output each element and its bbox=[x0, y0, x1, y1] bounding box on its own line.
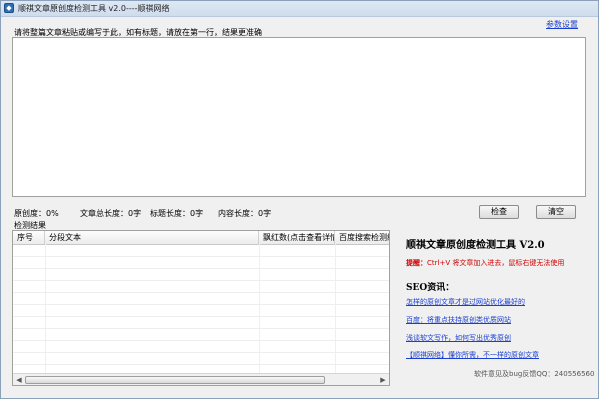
column-header-baidu-result[interactable]: 百度搜索检测结果 bbox=[335, 231, 389, 244]
settings-link[interactable]: 参数设置 bbox=[546, 19, 578, 30]
column-header-segment[interactable]: 分段文本 bbox=[45, 231, 259, 244]
table-row bbox=[13, 292, 389, 293]
table-row bbox=[13, 256, 389, 257]
table-row bbox=[13, 328, 389, 329]
column-divider bbox=[259, 244, 260, 374]
tip-text: Ctrl+V 将文章加入进去，鼠标右键无法使用 bbox=[427, 259, 565, 267]
results-table[interactable]: 序号 分段文本 飘红数(点击查看详情) 百度搜索检测结果 ◀ ▶ bbox=[12, 230, 390, 386]
title-length-stat: 标题长度：0字 bbox=[150, 209, 204, 218]
table-row bbox=[13, 304, 389, 305]
seo-link[interactable]: 怎样的原创文章才是过网站优化最好的 bbox=[406, 297, 525, 307]
table-row bbox=[13, 352, 389, 353]
scroll-right-arrow-icon[interactable]: ▶ bbox=[379, 376, 387, 384]
table-row bbox=[13, 364, 389, 365]
seo-link[interactable]: 百度：将重点扶持原创类优质网站 bbox=[406, 315, 511, 325]
scroll-left-arrow-icon[interactable]: ◀ bbox=[15, 376, 23, 384]
table-row bbox=[13, 268, 389, 269]
title-bar[interactable]: ◆ 顺祺文章原创度检测工具 v2.0----顺祺网络 bbox=[0, 0, 599, 17]
horizontal-scrollbar[interactable]: ◀ ▶ bbox=[13, 373, 389, 385]
window-title: 顺祺文章原创度检测工具 v2.0----顺祺网络 bbox=[18, 4, 170, 13]
feedback-text: 软件意见及bug反馈QQ：240556560 bbox=[474, 370, 595, 378]
seo-heading: SEO资讯： bbox=[406, 283, 455, 293]
check-button[interactable]: 检查 bbox=[479, 205, 519, 219]
column-divider bbox=[335, 244, 336, 374]
table-row bbox=[13, 316, 389, 317]
tip-label: 提醒： bbox=[406, 259, 427, 267]
total-length-stat: 文章总长度：0字 bbox=[80, 209, 142, 218]
originality-stat: 原创度：0% bbox=[14, 209, 59, 218]
column-header-red-count[interactable]: 飘红数(点击查看详情) bbox=[259, 231, 335, 244]
table-header: 序号 分段文本 飘红数(点击查看详情) 百度搜索检测结果 bbox=[13, 231, 389, 245]
clear-button[interactable]: 清空 bbox=[536, 205, 576, 219]
column-header-index[interactable]: 序号 bbox=[13, 231, 45, 244]
column-divider bbox=[45, 244, 46, 374]
table-row bbox=[13, 340, 389, 341]
article-textarea[interactable] bbox=[12, 37, 586, 197]
tip-line: 提醒：Ctrl+V 将文章加入进去，鼠标右键无法使用 bbox=[406, 258, 564, 268]
app-icon: ◆ bbox=[4, 3, 14, 13]
content-length-stat: 内容长度：0字 bbox=[218, 209, 272, 218]
seo-link[interactable]: 【顺祺网络】懂你所需，不一样的原创文章 bbox=[406, 350, 539, 360]
scrollbar-thumb[interactable] bbox=[25, 376, 325, 384]
info-panel: 顺祺文章原创度检测工具 V2.0 提醒：Ctrl+V 将文章加入进去，鼠标右键无… bbox=[394, 230, 594, 386]
table-row bbox=[13, 280, 389, 281]
seo-link[interactable]: 浅谈软文写作，如何写出优秀原创 bbox=[406, 333, 511, 343]
panel-title: 顺祺文章原创度检测工具 V2.0 bbox=[406, 240, 545, 251]
